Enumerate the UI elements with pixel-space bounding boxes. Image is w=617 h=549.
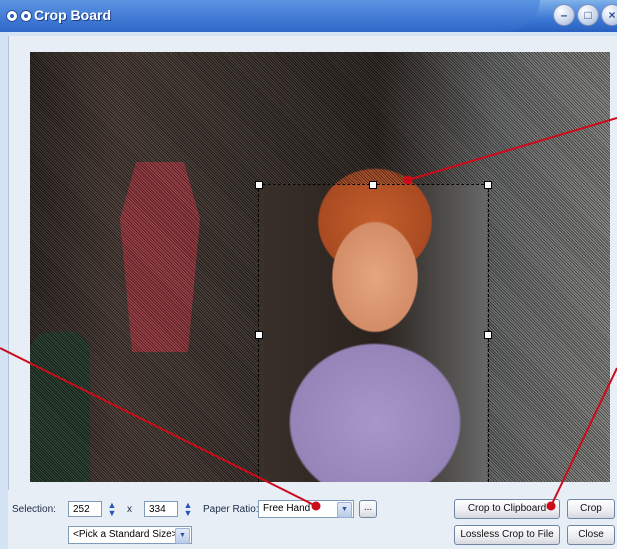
- spin-down-icon[interactable]: ▼: [108, 509, 117, 518]
- times-label: x: [127, 504, 132, 515]
- crop-selection-rectangle[interactable]: [258, 184, 489, 482]
- selection-width-input[interactable]: 252: [68, 501, 102, 517]
- title-bar: Crop Board – □ ×: [0, 0, 617, 32]
- pin-icon[interactable]: [20, 10, 32, 22]
- standard-size-value: <Pick a Standard Size>: [73, 529, 178, 540]
- image-canvas[interactable]: [30, 52, 610, 482]
- close-window-button[interactable]: ×: [601, 4, 617, 26]
- close-button[interactable]: Close: [567, 525, 615, 545]
- paper-ratio-value: Free Hand: [263, 503, 311, 514]
- chevron-down-icon[interactable]: ▼: [337, 502, 352, 518]
- lossless-crop-to-file-button[interactable]: Lossless Crop to File: [454, 525, 560, 545]
- handle-top-right[interactable]: [484, 181, 492, 189]
- crop-button[interactable]: Crop: [567, 499, 615, 519]
- maximize-button[interactable]: □: [577, 4, 599, 26]
- window-menu-icon[interactable]: [6, 10, 18, 22]
- handle-top-left[interactable]: [255, 181, 263, 189]
- crop-to-clipboard-button[interactable]: Crop to Clipboard: [454, 499, 560, 519]
- width-spinner[interactable]: ▲ ▼: [106, 500, 118, 518]
- spin-down-icon[interactable]: ▼: [184, 509, 193, 518]
- paper-ratio-label: Paper Ratio:: [203, 504, 259, 515]
- selection-label: Selection:: [12, 504, 56, 515]
- height-spinner[interactable]: ▲ ▼: [182, 500, 194, 518]
- standard-size-select[interactable]: <Pick a Standard Size> ▼: [68, 526, 192, 544]
- handle-top[interactable]: [369, 181, 377, 189]
- window-title: Crop Board: [34, 7, 111, 23]
- chevron-down-icon[interactable]: ▼: [175, 528, 190, 544]
- handle-right[interactable]: [484, 331, 492, 339]
- more-options-button[interactable]: ...: [359, 500, 377, 518]
- minimize-button[interactable]: –: [553, 4, 575, 26]
- paper-ratio-select[interactable]: Free Hand ▼: [258, 500, 354, 518]
- handle-left[interactable]: [255, 331, 263, 339]
- selection-height-input[interactable]: 334: [144, 501, 178, 517]
